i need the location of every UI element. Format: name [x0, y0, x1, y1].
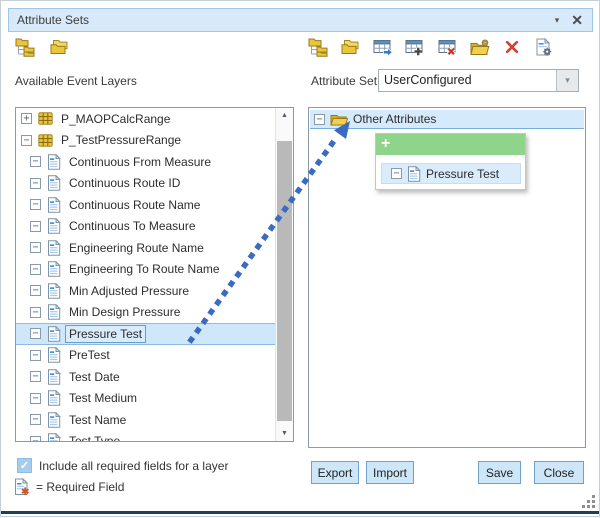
red-x-icon[interactable] [501, 36, 523, 58]
tree-item[interactable]: − Continuous To Measure [16, 216, 276, 238]
vertical-scrollbar[interactable]: ▲ ▼ [275, 108, 293, 441]
attribute-set-dropdown[interactable]: UserConfigured ▾ [378, 69, 579, 92]
available-event-layers-heading: Available Event Layers [15, 74, 137, 88]
close-button[interactable]: Close [534, 461, 584, 484]
import-button[interactable]: Import [366, 461, 414, 484]
event-layer-icon [38, 112, 53, 125]
field-doc-icon [47, 175, 61, 191]
scroll-up-icon[interactable]: ▲ [276, 108, 293, 123]
tree-item[interactable]: − Test Name [16, 409, 276, 431]
field-doc-icon [47, 390, 61, 406]
tree-item[interactable]: − Min Adjusted Pressure [16, 280, 276, 302]
scrollbar-thumb[interactable] [277, 141, 292, 421]
dialog-title: Attribute Sets [17, 13, 89, 27]
toolbar-right [308, 36, 555, 58]
attribute-set-panel: − Other Attributes + − Pressure Test [308, 107, 586, 448]
event-layer-icon [38, 134, 53, 147]
expand-toggle-icon[interactable]: − [30, 328, 41, 339]
field-doc-icon [47, 369, 61, 385]
field-doc-icon [47, 433, 61, 442]
export-button[interactable]: Export [311, 461, 359, 484]
tree-item[interactable]: − PreTest [16, 345, 276, 367]
dropdown-value: UserConfigured [379, 70, 556, 91]
folders-icon[interactable] [49, 36, 71, 58]
expand-toggle-icon[interactable]: − [30, 307, 41, 318]
expand-toggle-icon[interactable]: − [30, 371, 41, 382]
folders-icon[interactable] [340, 36, 362, 58]
expand-toggle-icon[interactable]: − [314, 114, 325, 125]
field-doc-icon [47, 304, 61, 320]
expand-toggle-icon[interactable]: − [30, 156, 41, 167]
folder-gear-icon[interactable] [469, 36, 491, 58]
folder-tree-icon[interactable] [15, 36, 37, 58]
tree-item[interactable]: − Engineering Route Name [16, 237, 276, 259]
table-arrow-icon[interactable] [372, 36, 394, 58]
required-field-legend: = Required Field [14, 478, 124, 496]
expand-toggle-icon[interactable]: − [30, 414, 41, 425]
tree-item[interactable]: − P_TestPressureRange [16, 130, 276, 152]
expand-toggle-icon[interactable]: − [30, 350, 41, 361]
tree-item[interactable]: − Test Date [16, 366, 276, 388]
tree-item[interactable]: − Engineering To Route Name [16, 259, 276, 281]
attribute-sets-dialog: { "window": { "title": "Attribute Sets",… [0, 0, 600, 517]
expand-toggle-icon[interactable]: + [21, 113, 32, 124]
folder-tree-icon[interactable] [308, 36, 330, 58]
expand-toggle-icon[interactable]: − [30, 242, 41, 253]
open-folder-icon [330, 113, 348, 126]
window-bottom-edge [1, 511, 599, 514]
scroll-down-icon[interactable]: ▼ [276, 426, 293, 441]
save-button[interactable]: Save [478, 461, 521, 484]
expand-toggle-icon[interactable]: − [30, 221, 41, 232]
attribute-set-label: Attribute Set: [311, 74, 380, 88]
expand-toggle-icon[interactable]: − [30, 178, 41, 189]
field-doc-icon [47, 154, 61, 170]
close-icon[interactable]: ✕ [571, 13, 583, 27]
resize-grip[interactable] [582, 495, 596, 510]
expand-toggle-icon[interactable]: − [30, 393, 41, 404]
expand-toggle-icon[interactable]: − [30, 264, 41, 275]
drag-ghost-item: − Pressure Test [381, 163, 521, 184]
collapse-button[interactable]: ▾ [555, 15, 560, 26]
field-doc-icon [47, 261, 61, 277]
event-layers-tree: + P_MAOPCalcRange − P_TestPressureRange … [15, 107, 294, 442]
tree-item[interactable]: − Test Medium [16, 388, 276, 410]
field-doc-icon [47, 412, 61, 428]
field-doc-icon [47, 347, 61, 363]
document-gear-icon[interactable] [533, 36, 555, 58]
drag-ghost: + − Pressure Test [375, 133, 526, 190]
field-doc-icon [407, 166, 421, 182]
tree-item[interactable]: − Continuous From Measure [16, 151, 276, 173]
table-plus-icon[interactable] [404, 36, 426, 58]
chevron-down-icon[interactable]: ▾ [556, 70, 578, 91]
expand-toggle-icon[interactable]: − [30, 436, 41, 442]
table-x-icon[interactable] [437, 36, 459, 58]
tree-item[interactable]: − Continuous Route ID [16, 173, 276, 195]
tree-item[interactable]: + P_MAOPCalcRange [16, 108, 276, 130]
include-required-fields-row: ✓ Include all required fields for a laye… [17, 458, 228, 473]
required-field-icon [14, 478, 31, 496]
field-doc-icon [47, 283, 61, 299]
expand-toggle-icon[interactable]: − [30, 199, 41, 210]
field-doc-icon [47, 197, 61, 213]
expand-toggle-icon: − [391, 168, 402, 179]
field-doc-icon [47, 240, 61, 256]
expand-toggle-icon[interactable]: − [21, 135, 32, 146]
drop-indicator: + [376, 134, 525, 155]
field-doc-icon [47, 218, 61, 234]
tree-item-selected[interactable]: − Pressure Test [16, 323, 276, 345]
tree-item-other-attributes[interactable]: − Other Attributes [310, 110, 584, 129]
include-required-fields-checkbox[interactable]: ✓ [17, 458, 32, 473]
tree-item[interactable]: − Test Type [16, 431, 276, 443]
checkbox-label: Include all required fields for a layer [39, 459, 228, 473]
expand-toggle-icon[interactable]: − [30, 285, 41, 296]
field-doc-icon [47, 326, 61, 342]
title-bar: Attribute Sets ▾ ✕ [8, 8, 593, 32]
tree-item[interactable]: − Min Design Pressure [16, 302, 276, 324]
tree-item[interactable]: − Continuous Route Name [16, 194, 276, 216]
toolbar-left [15, 36, 71, 58]
